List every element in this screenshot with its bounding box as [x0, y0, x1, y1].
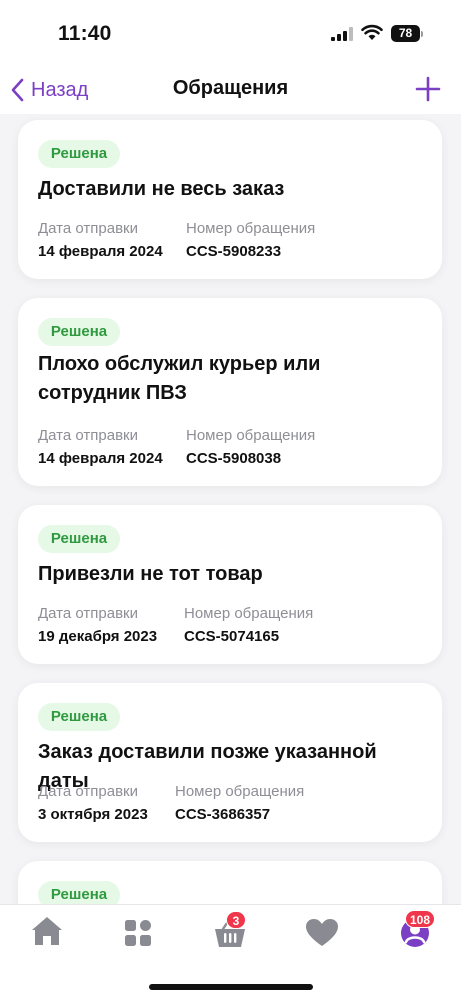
ticket-title: Доставили не весь заказ: [38, 178, 285, 200]
ticket-card[interactable]: Решена Заказ доставили позже указанной д…: [18, 683, 442, 842]
ticket-card[interactable]: Решена Привезли не тот товар Дата отправ…: [18, 505, 442, 664]
ticket-date: 3 октября 2023: [38, 806, 148, 823]
status-badge: Решена: [38, 525, 120, 553]
ticket-date: 14 февраля 2024: [38, 450, 163, 467]
tab-catalog[interactable]: [118, 915, 158, 951]
home-indicator: [149, 984, 313, 990]
number-label: Номер обращения: [184, 605, 314, 622]
battery-tip: [421, 31, 423, 37]
number-label: Номер обращения: [175, 783, 305, 800]
ticket-title: Привезли не тот товар: [38, 563, 263, 585]
date-label: Дата отправки: [38, 605, 138, 622]
ticket-number: CCS-5908038: [186, 450, 282, 467]
ticket-card[interactable]: Решена Плохо обслужил курьер или сотрудн…: [18, 298, 442, 486]
date-label: Дата отправки: [38, 220, 138, 237]
tab-profile[interactable]: 108: [395, 910, 435, 951]
ticket-card[interactable]: Решена Доставили не весь заказ Дата отпр…: [18, 120, 442, 279]
cart-count-badge: 3: [226, 911, 246, 929]
status-badge: Решена: [38, 140, 120, 168]
catalog-icon: [125, 920, 151, 946]
status-badge: Решена: [38, 703, 120, 731]
date-label: Дата отправки: [38, 783, 138, 800]
tab-favorites[interactable]: [303, 915, 343, 951]
ticket-title: Плохо обслужил курьер или сотрудник ПВЗ: [38, 353, 321, 404]
status-bar: 11:40 78: [0, 0, 461, 66]
number-label: Номер обращения: [186, 427, 316, 444]
wifi-icon: [361, 24, 383, 40]
heart-icon: [306, 919, 338, 946]
add-button[interactable]: [414, 75, 442, 103]
status-time: 11:40: [58, 22, 112, 45]
home-icon: [32, 917, 62, 945]
chevron-left-icon: [11, 78, 24, 102]
ticket-number: CCS-5074165: [184, 628, 280, 645]
ticket-date: 19 декабря 2023: [38, 628, 158, 645]
ticket-number: CCS-3686357: [175, 806, 271, 823]
nav-bar: Обращения Назад: [0, 66, 461, 114]
back-button[interactable]: Назад: [10, 76, 88, 104]
status-badge: Решена: [38, 881, 120, 904]
status-badge: Решена: [38, 318, 120, 346]
tab-home[interactable]: [27, 915, 67, 951]
profile-count-badge: 108: [405, 910, 435, 928]
ticket-card[interactable]: Решена: [18, 861, 442, 904]
ticket-date: 14 февраля 2024: [38, 243, 163, 260]
ticket-number: CCS-5908233: [186, 243, 282, 260]
tab-cart[interactable]: 3: [212, 911, 252, 951]
signal-icon: [331, 27, 353, 41]
battery-icon: 78: [391, 25, 420, 42]
tickets-list: Решена Доставили не весь заказ Дата отпр…: [0, 114, 461, 904]
back-label: Назад: [31, 78, 89, 101]
number-label: Номер обращения: [186, 220, 316, 237]
date-label: Дата отправки: [38, 427, 138, 444]
